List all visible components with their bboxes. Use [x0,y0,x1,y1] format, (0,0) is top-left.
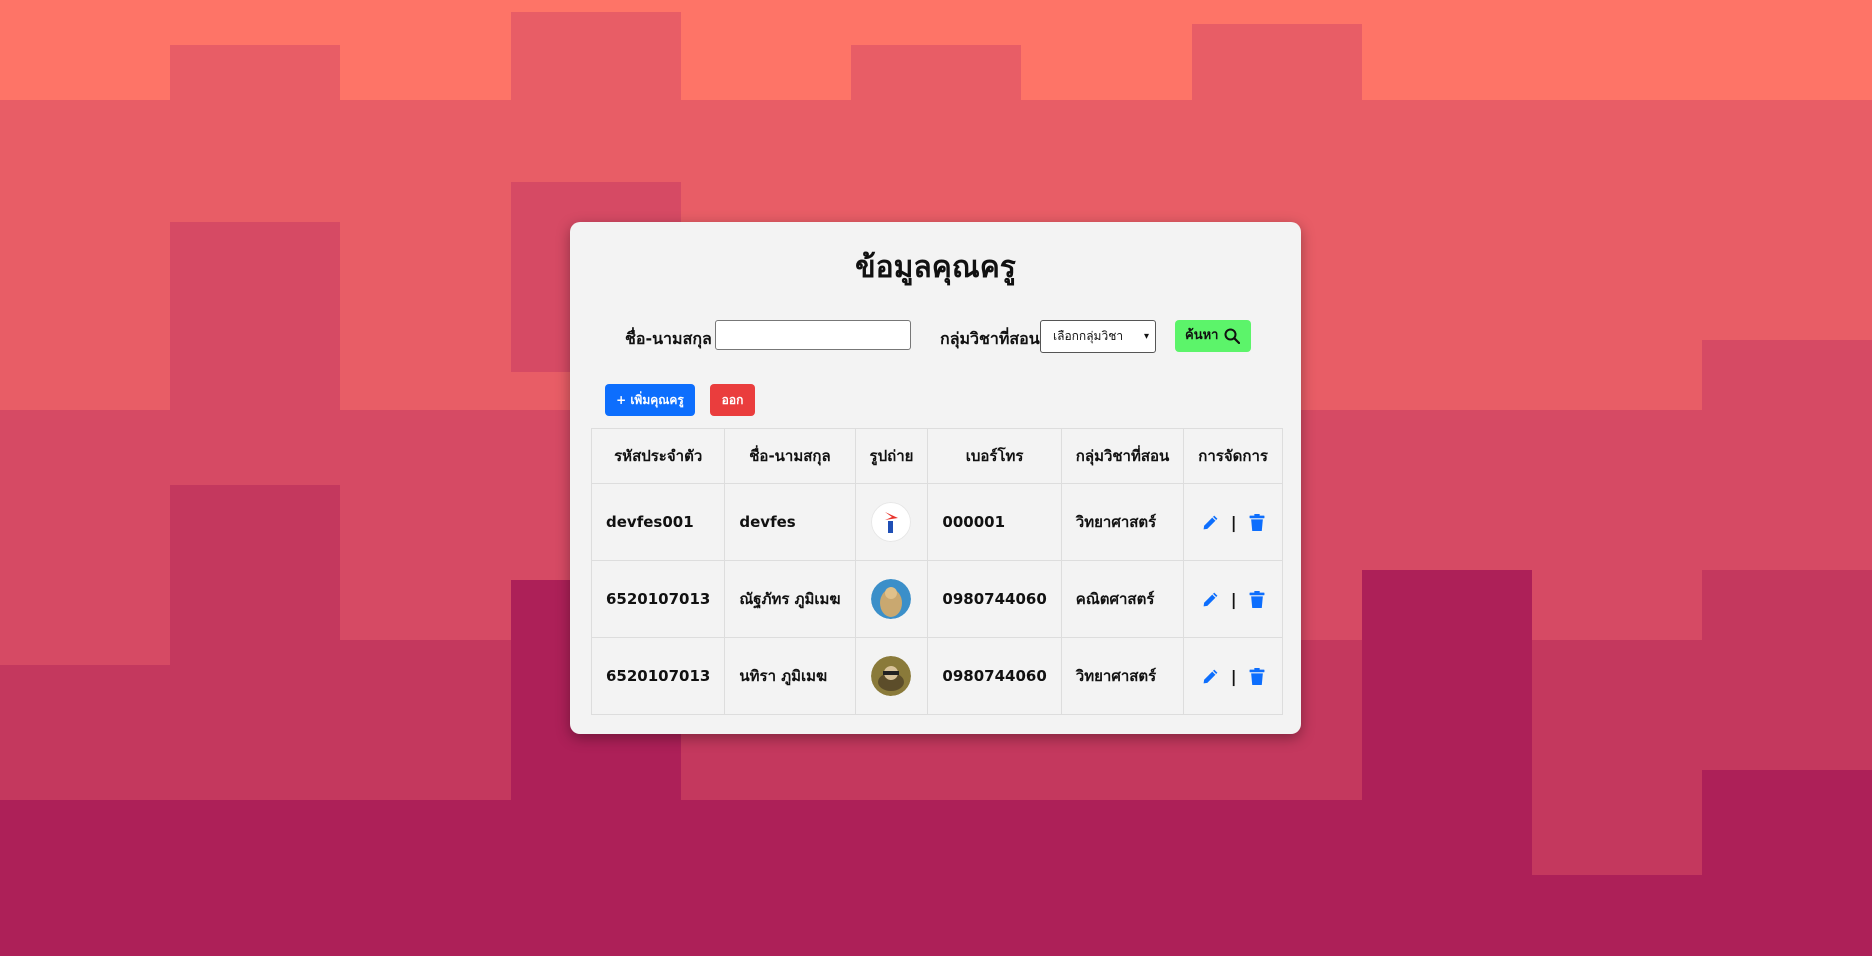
name-search-input[interactable] [715,320,911,350]
teacher-id: 6520107013 [590,560,726,638]
col-subject-header: กลุ่มวิชาที่สอน [1060,428,1185,484]
teacher-subject: วิทยาศาสตร์ [1060,637,1185,715]
search-button[interactable]: ค้นหา [1175,320,1251,352]
teacher-name: devfes [724,483,856,561]
pencil-icon[interactable] [1202,668,1219,685]
teacher-phone: 0980744060 [927,560,1062,638]
search-form: ชื่อ-นามสกุล กลุ่มวิชาที่สอน เลือกกลุ่มว… [570,320,1301,354]
search-icon [1224,328,1240,344]
subject-label: กลุ่มวิชาที่สอน [940,329,1040,348]
teacher-name: นทิรา ภูมิเมฆ [724,637,856,715]
add-teacher-button[interactable]: + เพิ่มคุณครู [605,384,695,416]
table-row: devfes001 devfes 000001 วิทยาศาสตร์ | [590,483,1283,561]
action-separator: | [1230,512,1237,532]
chevron-down-icon: ▾ [1143,331,1149,342]
teacher-subject: วิทยาศาสตร์ [1060,483,1185,561]
page-title: ข้อมูลคุณครู [855,250,1016,285]
trash-icon[interactable] [1249,667,1265,685]
name-label: ชื่อ-นามสกุล [625,329,712,348]
col-id-header: รหัสประจำตัว [590,428,726,484]
pencil-icon[interactable] [1202,591,1219,608]
action-separator: | [1230,589,1237,609]
pencil-icon[interactable] [1202,514,1219,531]
subject-select[interactable]: เลือกกลุ่มวิชา ▾ [1040,320,1156,353]
teacher-card: ข้อมูลคุณครู ชื่อ-นามสกุล กลุ่มวิชาที่สอ… [570,222,1301,734]
teacher-phone: 0980744060 [927,637,1062,715]
teacher-subject: คณิตศาสตร์ [1060,560,1185,638]
search-button-label: ค้นหา [1185,328,1219,343]
action-separator: | [1230,666,1237,686]
teacher-photo [871,656,912,696]
col-phone-header: เบอร์โทร [927,428,1062,484]
table-header-row: รหัสประจำตัว ชื่อ-นามสกุล รูปถ่าย เบอร์โ… [590,428,1283,484]
teacher-id: 6520107013 [590,637,726,715]
teacher-name: ณัฐภัทร ภูมิเมฆ [724,560,856,638]
teacher-table: รหัสประจำตัว ชื่อ-นามสกุล รูปถ่าย เบอร์โ… [590,428,1283,715]
teacher-phone: 000001 [927,483,1062,561]
trash-icon[interactable] [1249,513,1265,531]
col-photo-header: รูปถ่าย [854,428,929,484]
teacher-photo [871,579,912,619]
table-row: 6520107013 ณัฐภัทร ภูมิเมฆ 0980744060 คณ… [590,560,1283,638]
table-row: 6520107013 นทิรา ภูมิเมฆ 0980744060 วิทย… [590,637,1283,715]
teacher-id: devfes001 [590,483,726,561]
teacher-photo [871,502,912,542]
subject-select-value: เลือกกลุ่มวิชา [1053,329,1124,343]
col-actions-header: การจัดการ [1183,428,1283,484]
trash-icon[interactable] [1249,590,1265,608]
col-name-header: ชื่อ-นามสกุล [724,428,856,484]
logout-button[interactable]: ออก [710,384,755,416]
